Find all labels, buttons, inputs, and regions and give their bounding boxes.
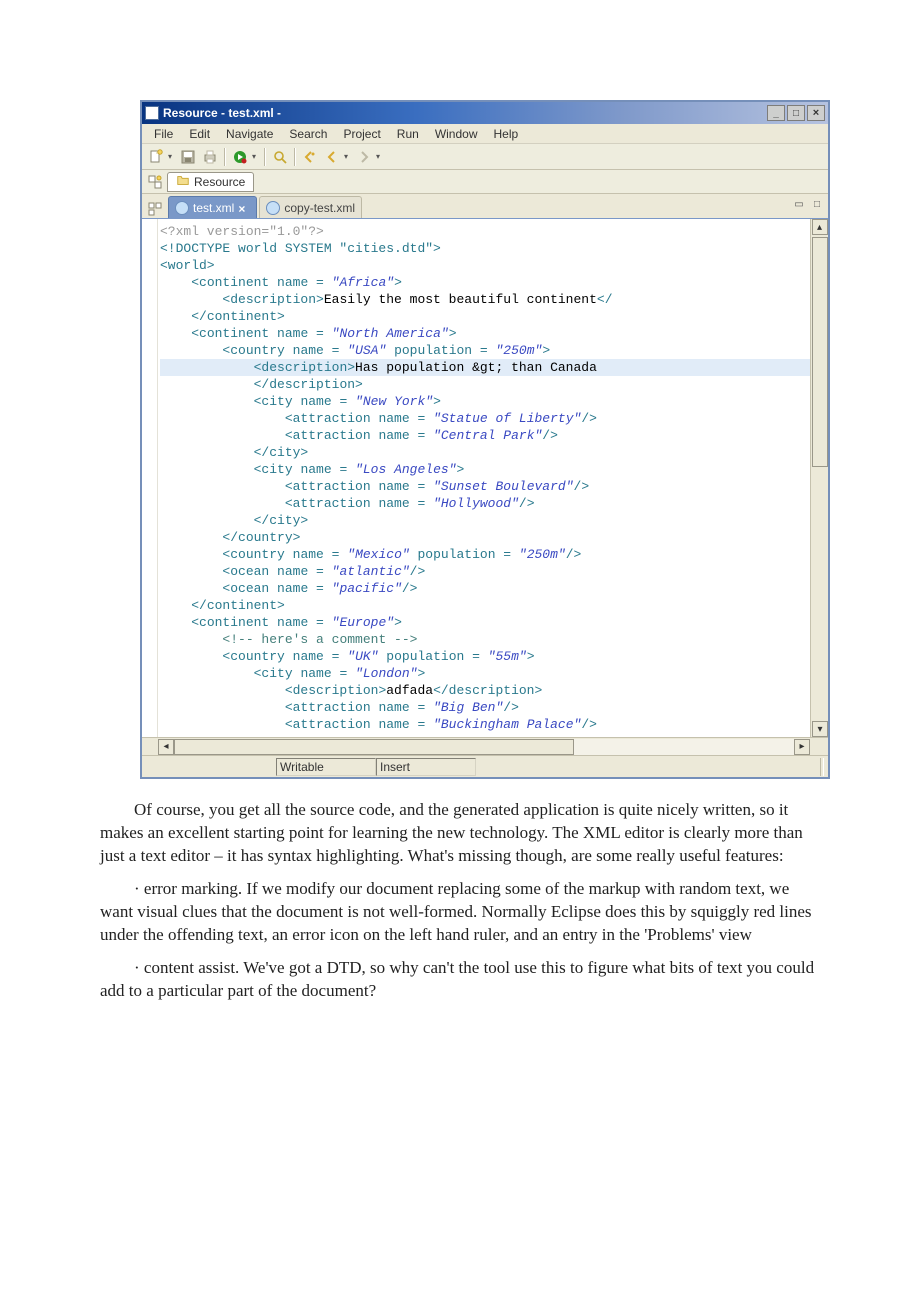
open-perspective-button[interactable]: [146, 173, 164, 191]
status-insert-mode: Insert: [376, 758, 476, 776]
window-controls: _ □ ×: [767, 105, 825, 121]
nav-back-button[interactable]: [322, 147, 342, 167]
editor-area: test.xml × copy-test.xml ▭ □ <?xml versi…: [142, 194, 828, 755]
maximize-view-button[interactable]: □: [810, 197, 824, 211]
menu-bar: File Edit Navigate Search Project Run Wi…: [142, 124, 828, 144]
editor-tab-label: test.xml: [193, 201, 234, 215]
document-body-text: Of course, you get all the source code, …: [100, 799, 820, 1003]
search-button[interactable]: [270, 147, 290, 167]
application-window: Resource - test.xml - _ □ × File Edit Na…: [140, 100, 830, 779]
horizontal-scroll-track[interactable]: [174, 739, 794, 755]
nav-forward-button[interactable]: [354, 147, 374, 167]
perspective-resource[interactable]: Resource: [167, 172, 254, 192]
nav-last-edit-button[interactable]: [300, 147, 320, 167]
close-editor-button[interactable]: ×: [238, 202, 250, 214]
print-button[interactable]: [200, 147, 220, 167]
app-icon: [145, 106, 159, 120]
editor-tabs: test.xml × copy-test.xml ▭ □: [142, 194, 828, 219]
menu-help[interactable]: Help: [486, 125, 527, 143]
status-writable: Writable: [276, 758, 376, 776]
toolbar-separator: [224, 148, 226, 166]
status-bar: Writable Insert: [142, 755, 828, 777]
horizontal-scrollbar[interactable]: ◂ ▸: [142, 737, 828, 755]
perspective-label: Resource: [194, 175, 245, 189]
xml-file-icon: [175, 201, 189, 215]
minimize-button[interactable]: _: [767, 105, 785, 121]
editor-tab-inactive[interactable]: copy-test.xml: [259, 196, 362, 218]
vertical-scrollbar[interactable]: ▴ ▾: [810, 219, 828, 737]
new-dropdown-arrow[interactable]: ▾: [168, 152, 176, 161]
editor-tab-label: copy-test.xml: [284, 201, 355, 215]
horizontal-scroll-thumb[interactable]: [174, 739, 574, 755]
toolbar-separator-3: [294, 148, 296, 166]
menu-run[interactable]: Run: [389, 125, 427, 143]
vertical-scroll-thumb[interactable]: [812, 237, 828, 467]
code-editor[interactable]: <?xml version="1.0"?> <!DOCTYPE world SY…: [158, 219, 810, 737]
scroll-down-button[interactable]: ▾: [812, 721, 828, 737]
save-button[interactable]: [178, 147, 198, 167]
nav-forward-dropdown-arrow[interactable]: ▾: [376, 152, 384, 161]
menu-project[interactable]: Project: [335, 125, 388, 143]
doc-paragraph: · error marking. If we modify our docume…: [100, 878, 820, 947]
scroll-left-button[interactable]: ◂: [158, 739, 174, 755]
xml-file-icon: [266, 201, 280, 215]
menu-edit[interactable]: Edit: [181, 125, 218, 143]
editor-tab-active[interactable]: test.xml ×: [168, 196, 257, 218]
menu-file[interactable]: File: [146, 125, 181, 143]
menu-window[interactable]: Window: [427, 125, 486, 143]
doc-paragraph: · content assist. We've got a DTD, so wh…: [100, 957, 820, 1003]
ruler-gutter[interactable]: [142, 219, 158, 737]
run-dropdown-arrow[interactable]: ▾: [252, 152, 260, 161]
maximize-button[interactable]: □: [787, 105, 805, 121]
scroll-up-button[interactable]: ▴: [812, 219, 828, 235]
run-button[interactable]: [230, 147, 250, 167]
toolbar: ▾ ▾ ▾ ▾: [142, 144, 828, 170]
window-title: Resource - test.xml -: [163, 106, 767, 120]
editor-body: <?xml version="1.0"?> <!DOCTYPE world SY…: [142, 219, 828, 737]
toolbar-separator-2: [264, 148, 266, 166]
nav-back-dropdown-arrow[interactable]: ▾: [344, 152, 352, 161]
new-button[interactable]: [146, 147, 166, 167]
show-view-list-button[interactable]: [146, 200, 164, 218]
minimize-view-button[interactable]: ▭: [792, 197, 806, 211]
title-bar[interactable]: Resource - test.xml - _ □ ×: [142, 102, 828, 124]
menu-navigate[interactable]: Navigate: [218, 125, 281, 143]
perspective-bar: Resource: [142, 170, 828, 194]
folder-icon: [176, 173, 190, 190]
scroll-right-button[interactable]: ▸: [794, 739, 810, 755]
close-button[interactable]: ×: [807, 105, 825, 121]
doc-paragraph: Of course, you get all the source code, …: [100, 799, 820, 868]
menu-search[interactable]: Search: [281, 125, 335, 143]
